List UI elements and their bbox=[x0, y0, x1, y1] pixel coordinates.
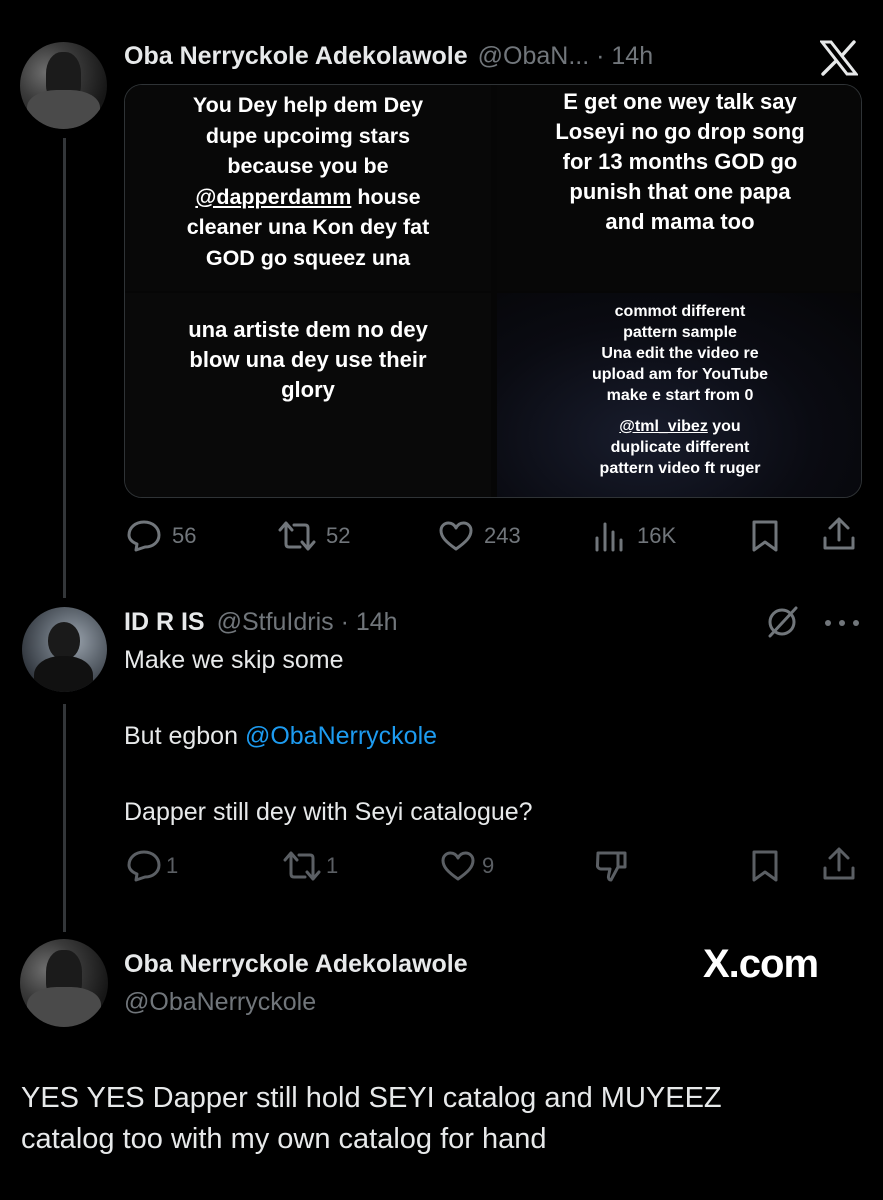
views-count: 16K bbox=[637, 523, 677, 548]
repost-count: 52 bbox=[326, 523, 351, 548]
reply-count: 1 bbox=[166, 853, 179, 878]
tweet-media-grid[interactable]: You Dey help dem Dey dupe upcoimg stars … bbox=[124, 84, 862, 498]
caption-line: glory bbox=[281, 377, 335, 402]
caption-line: pattern video ft ruger bbox=[599, 460, 761, 477]
caption-line: for 13 months GOD go bbox=[562, 149, 798, 174]
bookmark-button[interactable] bbox=[750, 848, 780, 884]
share-icon bbox=[822, 516, 856, 552]
caption-line: because you be bbox=[227, 154, 389, 178]
caption-line: duplicate different bbox=[610, 439, 750, 456]
media-image-top-left[interactable]: You Dey help dem Dey dupe upcoimg stars … bbox=[125, 85, 491, 291]
author-name[interactable]: Oba Nerryckole Adekolawole bbox=[124, 42, 468, 71]
watermark: X.com bbox=[703, 942, 819, 986]
bookmark-icon bbox=[750, 849, 780, 883]
like-button[interactable]: 9 bbox=[440, 848, 494, 884]
views-icon bbox=[593, 520, 627, 552]
caption-line: upload am for YouTube bbox=[592, 366, 768, 383]
thread-line bbox=[63, 138, 66, 598]
dislike-button[interactable] bbox=[594, 848, 628, 884]
reply-icon bbox=[126, 849, 162, 883]
bookmark-button[interactable] bbox=[750, 518, 780, 554]
media-image-top-right[interactable]: E get one wey talk say Loseyi no go drop… bbox=[497, 85, 861, 291]
reply-count: 56 bbox=[172, 523, 197, 548]
author-avatar[interactable] bbox=[22, 607, 107, 692]
bookmark-icon bbox=[750, 519, 780, 553]
share-icon bbox=[822, 846, 856, 882]
tweet-text-line: Make we skip some bbox=[124, 646, 344, 674]
reply-icon bbox=[126, 519, 162, 553]
caption-line: dupe upcoimg stars bbox=[205, 123, 411, 148]
caption-mention: @tml_vibez bbox=[619, 418, 708, 435]
tweet-header: ID R IS @StfuIdris · 14h bbox=[124, 604, 398, 640]
more-icon[interactable] bbox=[822, 616, 862, 628]
caption-line: cleaner una Kon dey fat bbox=[186, 215, 430, 239]
tweet-text-line: YES YES Dapper still hold SEYI catalog a… bbox=[21, 1082, 722, 1114]
caption-line: @tml_vibez you bbox=[497, 416, 861, 437]
tweet-text-line: But egbon @ObaNerryckole bbox=[124, 718, 844, 754]
x-logo-icon[interactable] bbox=[818, 40, 860, 76]
caption-line: blow una dey use their bbox=[189, 347, 427, 372]
tweet-text: Make we skip some But egbon @ObaNerrycko… bbox=[124, 642, 844, 830]
caption-line: GOD go squeez una bbox=[205, 245, 411, 270]
author-avatar[interactable] bbox=[20, 939, 108, 1027]
caption-mention: @dapperdamm bbox=[195, 184, 352, 209]
tweet-text-line: Dapper still dey with Seyi catalogue? bbox=[124, 798, 533, 826]
repost-icon bbox=[278, 520, 316, 552]
share-button[interactable] bbox=[822, 516, 856, 552]
caption-line: E get one wey talk say bbox=[563, 89, 797, 114]
share-button[interactable] bbox=[822, 846, 856, 882]
author-handle-time[interactable]: @ObaN... · 14h bbox=[478, 42, 653, 71]
tweet-text: YES YES Dapper still hold SEYI catalog a… bbox=[21, 1078, 871, 1160]
dislike-icon bbox=[594, 849, 628, 883]
author-name[interactable]: ID R IS bbox=[124, 608, 205, 637]
caption-line: pattern sample bbox=[623, 324, 737, 341]
repost-button[interactable]: 1 bbox=[283, 848, 338, 884]
tweet-text-prefix: But egbon bbox=[124, 722, 245, 750]
caption-line: Una edit the video re bbox=[601, 345, 759, 362]
author-avatar[interactable] bbox=[20, 42, 107, 129]
like-button[interactable]: 243 bbox=[438, 518, 521, 554]
repost-button[interactable]: 52 bbox=[278, 518, 350, 554]
reply-button[interactable]: 56 bbox=[126, 518, 196, 554]
caption-line: You Dey help dem Dey bbox=[192, 93, 424, 117]
caption-line: make e start from 0 bbox=[606, 387, 754, 404]
media-image-bottom-left[interactable]: una artiste dem no dey blow una dey use … bbox=[125, 293, 491, 497]
thread-line bbox=[63, 704, 66, 932]
mention-link[interactable]: @ObaNerryckole bbox=[245, 722, 437, 750]
caption-line: Loseyi no go drop song bbox=[555, 119, 805, 144]
media-image-bottom-right[interactable]: commot different pattern sample Una edit… bbox=[497, 293, 861, 497]
caption-line: punish that one papa bbox=[569, 179, 791, 204]
like-icon bbox=[440, 850, 476, 882]
author-name[interactable]: Oba Nerryckole Adekolawole bbox=[124, 946, 468, 982]
views-button[interactable]: 16K bbox=[593, 518, 676, 554]
caption-cutoff-line bbox=[497, 293, 861, 301]
tweet-header: Oba Nerryckole Adekolawole @ObaN... · 14… bbox=[124, 38, 653, 74]
repost-count: 1 bbox=[326, 853, 339, 878]
grok-icon[interactable] bbox=[764, 604, 800, 640]
reply-button[interactable]: 1 bbox=[126, 848, 178, 884]
like-count: 9 bbox=[482, 853, 495, 878]
repost-icon bbox=[283, 850, 321, 882]
author-handle-time[interactable]: @StfuIdris · 14h bbox=[217, 608, 398, 637]
like-count: 243 bbox=[484, 523, 521, 548]
like-icon bbox=[438, 520, 474, 552]
tweet-text-line: catalog too with my own catalog for hand bbox=[21, 1123, 547, 1155]
caption-line: @dapperdamm house bbox=[125, 182, 491, 213]
author-handle[interactable]: @ObaNerryckole bbox=[124, 984, 468, 1020]
caption-line: commot different bbox=[614, 303, 746, 320]
caption-text: you bbox=[707, 418, 741, 435]
caption-line: and mama too bbox=[605, 209, 755, 234]
caption-text: house bbox=[351, 184, 421, 209]
tweet-header: Oba Nerryckole Adekolawole @ObaNerryckol… bbox=[124, 946, 468, 1020]
caption-line: una artiste dem no dey bbox=[188, 317, 428, 342]
